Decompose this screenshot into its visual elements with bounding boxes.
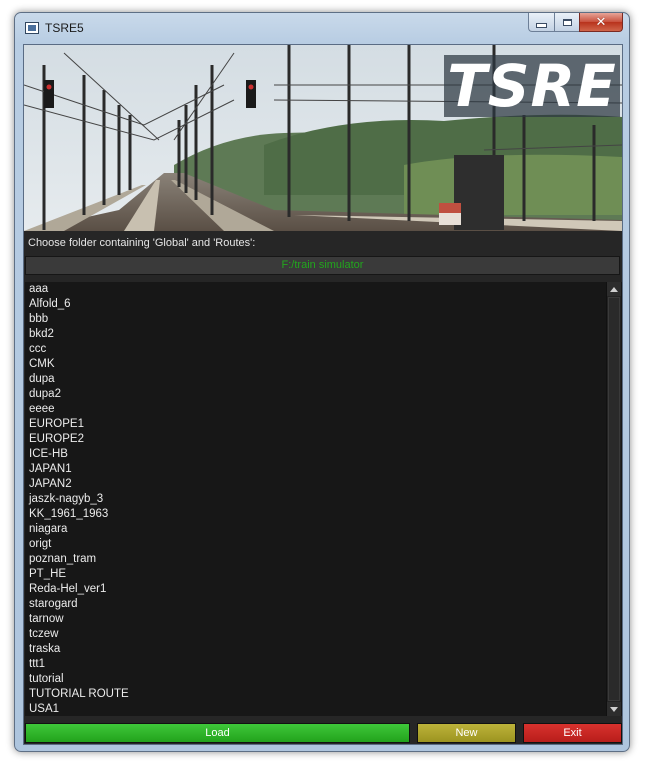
route-list-item[interactable]: traska	[25, 642, 607, 657]
close-button[interactable]: ✕	[579, 13, 623, 32]
route-list-item[interactable]: bkd2	[25, 327, 607, 342]
scroll-up-button[interactable]	[607, 282, 621, 296]
route-list-item[interactable]: tutorial	[25, 672, 607, 687]
arrow-up-icon	[610, 286, 618, 292]
route-list-item[interactable]: KK_1961_1963	[25, 507, 607, 522]
route-list-item[interactable]: Reda-Hel_ver1	[25, 582, 607, 597]
app-icon	[25, 22, 39, 34]
folder-prompt-label: Choose folder containing 'Global' and 'R…	[28, 237, 256, 249]
close-icon: ✕	[595, 14, 607, 30]
route-list-item[interactable]: Alfold_6	[25, 297, 607, 312]
load-button[interactable]: Load	[25, 723, 410, 743]
scroll-thumb[interactable]	[608, 297, 620, 701]
route-list-item[interactable]: poznan_tram	[25, 552, 607, 567]
route-list-item[interactable]: tczew	[25, 627, 607, 642]
route-list-item[interactable]: eeee	[25, 402, 607, 417]
minimize-icon	[536, 22, 547, 28]
route-list-item[interactable]: ttt1	[25, 657, 607, 672]
route-list-item[interactable]: EUROPE1	[25, 417, 607, 432]
route-list-item[interactable]: bbb	[25, 312, 607, 327]
route-list-item[interactable]: EUROPE2	[25, 432, 607, 447]
vertical-scrollbar[interactable]	[606, 282, 621, 716]
banner-image: TSRE	[24, 45, 622, 231]
folder-path-button[interactable]: F:/train simulator	[25, 256, 620, 275]
minimize-button[interactable]	[528, 13, 554, 32]
maximize-button[interactable]	[554, 13, 579, 32]
exit-button[interactable]: Exit	[523, 723, 622, 743]
window-title: TSRE5	[45, 21, 84, 35]
route-list-item[interactable]: USA1	[25, 702, 607, 716]
route-list-item[interactable]: CMK	[25, 357, 607, 372]
route-list-item[interactable]: tarnow	[25, 612, 607, 627]
route-list-item[interactable]: JAPAN2	[25, 477, 607, 492]
route-list-item[interactable]: starogard	[25, 597, 607, 612]
route-list-item[interactable]: JAPAN1	[25, 462, 607, 477]
new-button[interactable]: New	[417, 723, 516, 743]
main-panel: TSRE Choose folder containing 'Global' a…	[23, 44, 623, 745]
route-list-item[interactable]: dupa	[25, 372, 607, 387]
route-list-box[interactable]: aaa Alfold_6 bbb bkd2 ccc CMK dupa dupa2 eeee EUR…	[25, 282, 622, 716]
route-list-item[interactable]: TUTORIAL ROUTE	[25, 687, 607, 702]
route-list-item[interactable]: niagara	[25, 522, 607, 537]
title-bar[interactable]: TSRE5 ✕	[15, 13, 629, 43]
arrow-down-icon	[610, 706, 618, 712]
route-list-item[interactable]: ccc	[25, 342, 607, 357]
route-list: aaa Alfold_6 bbb bkd2 ccc CMK dupa dupa2 eeee EUR…	[25, 282, 607, 716]
window-controls: ✕	[528, 13, 623, 33]
scroll-down-button[interactable]	[607, 702, 621, 716]
route-list-item[interactable]: dupa2	[25, 387, 607, 402]
app-window: TSRE5 ✕ TSRE Choose folder containing 'G…	[14, 12, 630, 752]
maximize-icon	[562, 18, 572, 26]
tsre-logo: TSRE	[444, 52, 620, 120]
route-list-item[interactable]: origt	[25, 537, 607, 552]
route-list-item[interactable]: ICE-HB	[25, 447, 607, 462]
logo-text: TSRE	[447, 52, 617, 120]
route-list-item[interactable]: jaszk-nagyb_3	[25, 492, 607, 507]
route-list-item[interactable]: PT_HE	[25, 567, 607, 582]
route-list-item[interactable]: aaa	[25, 282, 607, 297]
